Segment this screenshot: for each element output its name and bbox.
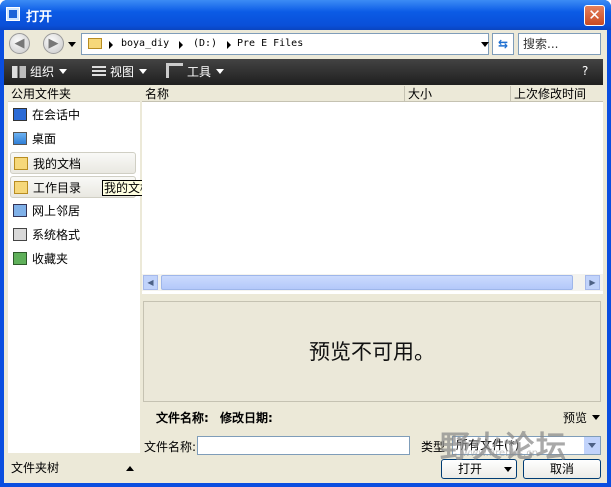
command-toolbar: 组织 视图 工具 ? (4, 59, 603, 85)
cancel-button[interactable]: 取消 (523, 459, 601, 479)
address-bar[interactable]: boya_diy (D:) Pre E Files (81, 33, 489, 55)
back-arrow-icon: ◀ (14, 36, 25, 51)
address-row: ◀ ▶ boya_diy (D:) Pre E Files ⇆ 搜索... (4, 30, 607, 58)
preview-toggle[interactable]: 预览 (563, 409, 600, 426)
chevron-down-icon (139, 69, 148, 74)
details-file-name-label: 文件名称: (156, 411, 209, 425)
favorites-icon (13, 252, 27, 265)
file-list[interactable]: 名称 大小 上次修改时间 (142, 86, 603, 294)
horizontal-scrollbar[interactable]: ◀ ▶ (142, 274, 603, 291)
refresh-button[interactable]: ⇆ (492, 33, 514, 55)
organize-label: 组织 (30, 65, 55, 79)
sidebar-item-label: 收藏夹 (32, 252, 69, 266)
views-label: 视图 (110, 65, 135, 79)
file-name-input[interactable] (197, 436, 410, 455)
help-icon: ? (582, 64, 589, 78)
window-title: 打开 (26, 10, 53, 25)
breadcrumb-item[interactable]: Pre E Files (237, 38, 303, 49)
sidebar-item-label: 系统格式 (32, 228, 81, 242)
preview-message: 预览不可用。 (309, 340, 435, 364)
close-icon: ✕ (588, 6, 601, 24)
forward-button[interactable]: ▶ (43, 33, 64, 54)
folder-tree-label: 文件夹树 (11, 461, 60, 475)
tools-icon (166, 63, 183, 78)
back-button[interactable]: ◀ (9, 33, 30, 54)
tools-label: 工具 (187, 65, 212, 79)
scroll-right-icon[interactable]: ▶ (585, 275, 600, 290)
sidebar-item-my-documents[interactable]: 我的文档 (10, 152, 136, 174)
column-header-size[interactable]: 大小 (405, 86, 511, 102)
open-button[interactable]: 打开 (441, 459, 517, 479)
organize-menu[interactable]: 组织 (12, 63, 68, 81)
column-header-name[interactable]: 名称 (142, 86, 405, 102)
sidebar-item-label: 我的文档 (33, 157, 82, 171)
scroll-thumb[interactable] (161, 275, 573, 290)
sidebar-item-label: 桌面 (32, 132, 57, 146)
monitor-icon (13, 108, 27, 121)
breadcrumb-arrow-icon[interactable] (109, 41, 113, 49)
title-bar[interactable]: 打开 ✕ (0, 0, 611, 30)
file-type-label: 类型 (421, 440, 446, 454)
chevron-down-icon[interactable] (584, 437, 600, 454)
organize-icon (12, 66, 26, 78)
history-dropdown-icon[interactable] (68, 42, 76, 47)
folder-tree-toggle[interactable]: 文件夹树 (8, 458, 140, 480)
sidebar-item-label: 工作目录 (33, 181, 82, 195)
drive-icon (13, 228, 27, 241)
open-dropdown-icon[interactable] (504, 467, 512, 472)
sidebar-item-label: 在会话中 (32, 108, 81, 122)
address-dropdown-icon[interactable] (481, 42, 489, 47)
favorites-header: 公用文件夹 (8, 86, 140, 102)
sidebar-item-favorites[interactable]: 收藏夹 (10, 248, 136, 270)
favorites-pane: 公用文件夹 在会话中 桌面 我的文档 工作目录 网上邻居 系统格式 收藏夹 (8, 86, 140, 453)
close-button[interactable]: ✕ (584, 5, 605, 26)
breadcrumb-arrow-icon[interactable] (227, 41, 231, 49)
views-icon (92, 66, 106, 78)
folder-icon (14, 181, 28, 194)
chevron-up-icon (126, 466, 134, 471)
breadcrumb-item[interactable]: (D:) (193, 38, 217, 49)
chevron-down-icon (216, 69, 225, 74)
network-icon (13, 204, 27, 217)
details-modified-label: 修改日期: (220, 411, 273, 425)
preview-pane: 预览不可用。 (143, 301, 601, 402)
file-name-label: 文件名称: (144, 440, 197, 454)
open-dialog: 打开 ✕ ◀ ▶ boya_diy (D:) Pre E Files ⇆ 搜索.… (0, 0, 611, 487)
forward-arrow-icon: ▶ (48, 36, 59, 51)
sidebar-item-system-format[interactable]: 系统格式 (10, 224, 136, 246)
breadcrumb-item[interactable]: boya_diy (121, 38, 169, 49)
open-button-label: 打开 (458, 462, 483, 476)
column-header-modified[interactable]: 上次修改时间 (511, 86, 603, 102)
sidebar-item-network[interactable]: 网上邻居 (10, 200, 136, 222)
tools-menu[interactable]: 工具 (166, 63, 225, 81)
help-button[interactable]: ? (582, 64, 588, 78)
folder-icon (14, 157, 28, 170)
watermark-url: www.firebbs.cn (462, 448, 539, 459)
sidebar-item-desktop[interactable]: 桌面 (10, 128, 136, 150)
refresh-icon: ⇆ (497, 37, 509, 51)
desktop-icon (13, 132, 27, 145)
views-menu[interactable]: 视图 (92, 63, 148, 81)
folder-icon (88, 38, 102, 49)
breadcrumb-arrow-icon[interactable] (179, 41, 183, 49)
chevron-down-icon (59, 69, 68, 74)
sidebar-item-session[interactable]: 在会话中 (10, 104, 136, 126)
sidebar-item-label: 网上邻居 (32, 204, 81, 218)
scroll-left-icon[interactable]: ◀ (143, 275, 158, 290)
search-input[interactable]: 搜索... (518, 33, 601, 55)
window-icon (6, 7, 20, 21)
